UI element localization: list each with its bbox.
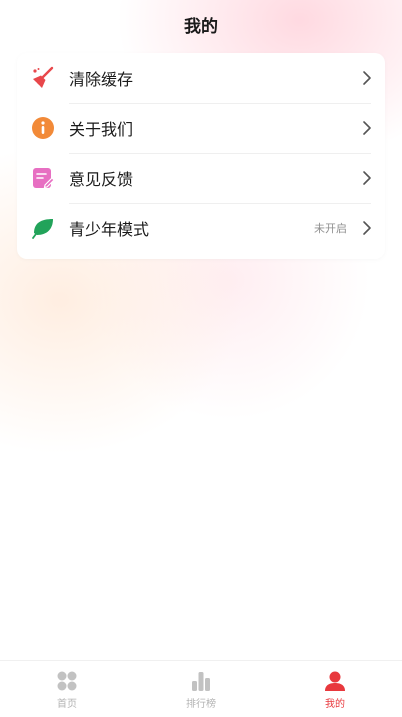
- chevron-right-icon: [361, 220, 373, 236]
- home-grid-icon: [55, 669, 79, 693]
- feedback-icon: [31, 166, 55, 190]
- profile-icon: [323, 669, 347, 693]
- bottom-tab-bar: 首页 排行榜 我的: [0, 660, 402, 717]
- menu-label-about-us: 关于我们: [69, 120, 134, 139]
- menu-item-youth-mode[interactable]: 青少年模式 未开启: [17, 203, 385, 253]
- chevron-right-icon: [361, 120, 373, 136]
- menu-item-feedback[interactable]: 意见反馈: [17, 153, 385, 203]
- menu-label-clear-cache: 清除缓存: [69, 70, 134, 89]
- settings-menu-card: 清除缓存 关于我们 意见反馈 青少年模式 未开启: [17, 53, 385, 259]
- broom-icon: [31, 66, 55, 90]
- ranking-bars-icon: [189, 669, 213, 693]
- page-title: 我的: [184, 17, 218, 37]
- leaf-icon: [31, 216, 55, 240]
- tab-label-ranking: 排行榜: [186, 699, 216, 710]
- chevron-right-icon: [361, 170, 373, 186]
- tab-label-home: 首页: [57, 699, 77, 710]
- youth-mode-status: 未开启: [314, 222, 347, 235]
- menu-label-feedback: 意见反馈: [69, 170, 134, 189]
- menu-item-clear-cache[interactable]: 清除缓存: [17, 53, 385, 103]
- tab-ranking[interactable]: 排行榜: [134, 661, 268, 717]
- menu-item-about-us[interactable]: 关于我们: [17, 103, 385, 153]
- tab-home[interactable]: 首页: [0, 661, 134, 717]
- menu-label-youth-mode: 青少年模式: [69, 220, 150, 239]
- info-icon: [31, 116, 55, 140]
- chevron-right-icon: [361, 70, 373, 86]
- tab-mine[interactable]: 我的: [268, 661, 402, 717]
- tab-label-mine: 我的: [325, 699, 345, 710]
